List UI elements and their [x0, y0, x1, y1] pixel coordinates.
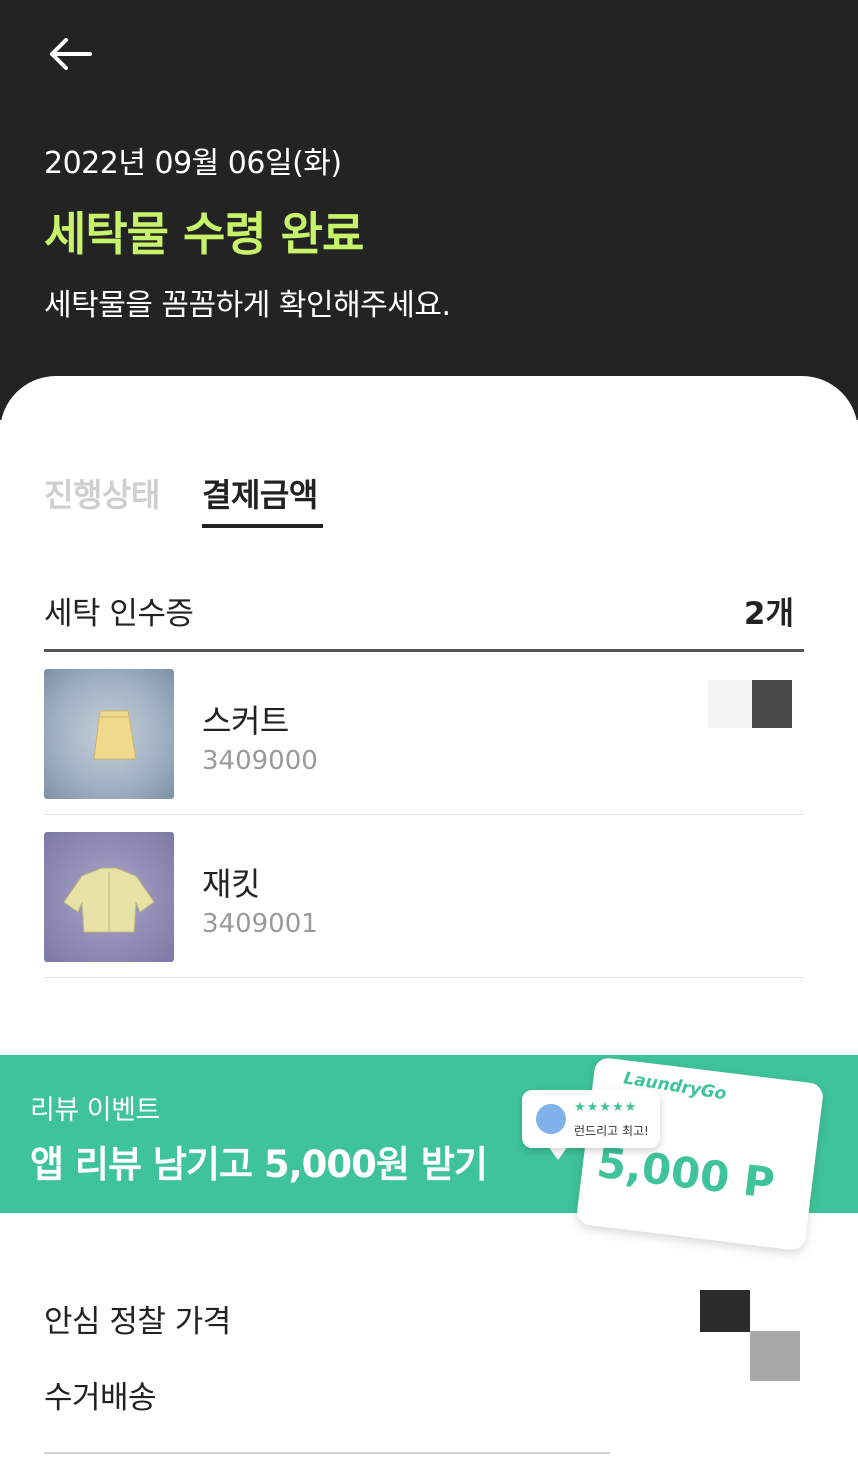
- skirt-image: [44, 669, 174, 799]
- back-arrow-icon[interactable]: [44, 34, 94, 74]
- jacket-image: [44, 832, 174, 962]
- item-name: 재킷: [202, 865, 260, 903]
- redaction-block: [750, 1331, 800, 1381]
- receipt-count: 2개: [743, 596, 794, 632]
- tab-active-indicator: [202, 524, 323, 528]
- banner-label: 리뷰 이벤트: [30, 1095, 160, 1126]
- point-card: LaundryGo 5,000 P: [575, 1056, 825, 1252]
- tab-progress[interactable]: 진행상태: [44, 470, 160, 516]
- pricing-item: 수거배송: [44, 1380, 157, 1416]
- review-text: 런드리고 최고!: [574, 1124, 649, 1138]
- status-subtitle: 세탁물을 꼼꼼하게 확인해주세요.: [44, 288, 451, 323]
- redaction-block: [700, 1290, 750, 1332]
- review-bubble: ★★★★★ 런드리고 최고!: [522, 1090, 660, 1148]
- receipt-title: 세탁 인수증: [44, 596, 194, 632]
- list-item[interactable]: 스커트 3409000: [44, 652, 804, 815]
- tab-payment[interactable]: 결제금액: [202, 470, 318, 516]
- item-code: 3409000: [202, 746, 318, 776]
- card-amount: 5,000 P: [594, 1137, 778, 1209]
- redaction-block: [752, 680, 792, 728]
- header: 2022년 09월 06일(화) 세탁물 수령 완료 세탁물을 꼼꼼하게 확인해…: [0, 0, 858, 420]
- avatar-icon: [536, 1104, 566, 1134]
- pricing-item: 안심 정찰 가격: [44, 1304, 231, 1340]
- divider: [44, 1452, 610, 1454]
- banner-headline: 앱 리뷰 남기고 5,000원 받기: [30, 1143, 488, 1186]
- order-status: 세탁물 수령 완료: [44, 207, 364, 261]
- list-item[interactable]: 재킷 3409001: [44, 815, 804, 978]
- order-date: 2022년 09월 06일(화): [44, 146, 342, 181]
- bubble-tail: [548, 1146, 568, 1160]
- rating-stars: ★★★★★: [574, 1100, 638, 1115]
- item-code: 3409001: [202, 909, 318, 939]
- item-name: 스커트: [202, 702, 289, 740]
